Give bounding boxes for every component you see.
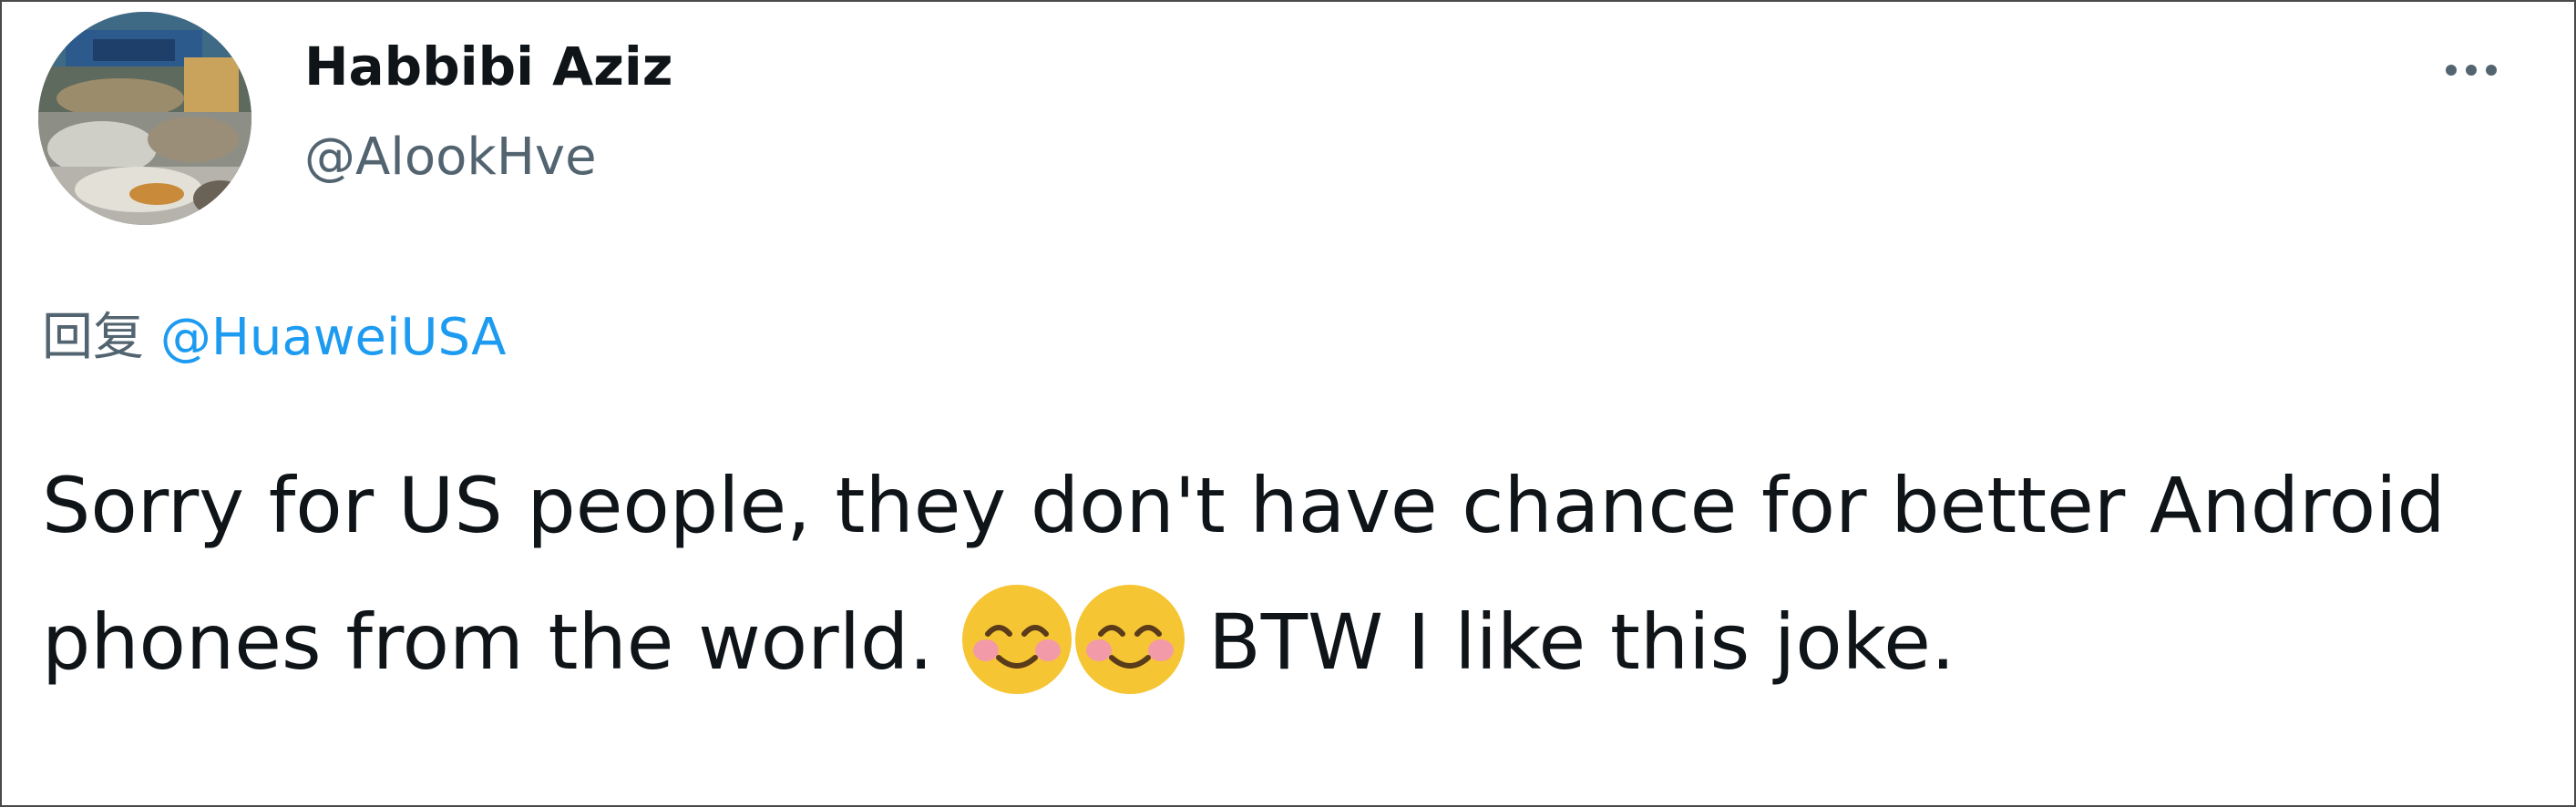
tweet-text: Sorry for US people, they don't have cha…: [42, 437, 2502, 710]
smiling-face-emoji-icon: [1073, 583, 1186, 696]
more-horizontal-icon-dot: [2486, 65, 2497, 76]
smiling-face-emoji-icon: [960, 583, 1073, 696]
profile-photo-icon: [38, 12, 251, 225]
avatar[interactable]: [38, 12, 251, 225]
more-horizontal-icon: [2446, 65, 2457, 76]
reply-prefix: 回复: [42, 308, 144, 367]
author-handle[interactable]: @AlookHve: [304, 126, 597, 189]
more-horizontal-icon-dot: [2466, 65, 2477, 76]
replying-to: 回复 @HuaweiUSA: [42, 306, 506, 370]
author-display-name[interactable]: Habbibi Aziz: [304, 35, 672, 98]
tweet-card[interactable]: Habbibi Aziz @AlookHve 回复 @HuaweiUSA Sor…: [0, 0, 2576, 807]
reply-target-link[interactable]: @HuaweiUSA: [160, 308, 507, 367]
more-options-button[interactable]: [2426, 38, 2517, 102]
tweet-text-part2: BTW I like this joke.: [1208, 598, 1955, 687]
